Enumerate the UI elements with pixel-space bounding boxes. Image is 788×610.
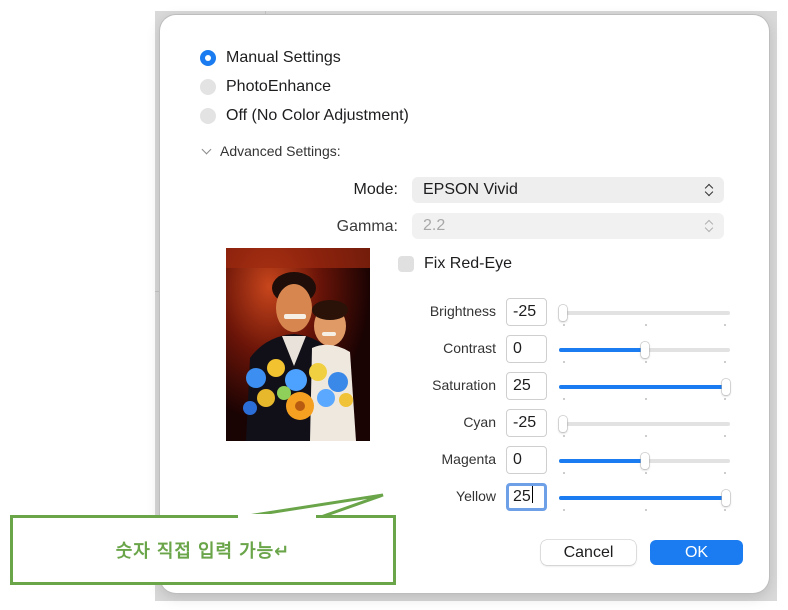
slider-knob[interactable] <box>559 305 567 321</box>
slider-knob[interactable] <box>722 379 730 395</box>
radio-label: Manual Settings <box>226 49 341 66</box>
slider-value-text: 0 <box>513 451 522 468</box>
slider-tick <box>724 509 726 511</box>
slider-knob[interactable] <box>722 490 730 506</box>
slider-tick <box>724 435 726 437</box>
slider-fill <box>559 385 730 389</box>
mode-popup[interactable]: EPSON Vivid <box>412 177 724 203</box>
slider-knob[interactable] <box>640 453 649 469</box>
slider-label: Yellow <box>456 488 496 504</box>
slider-track[interactable] <box>559 453 730 474</box>
slider-tick <box>644 361 647 363</box>
slider-value-text: 0 <box>513 340 522 357</box>
slider-fill <box>559 496 730 500</box>
slider-fill <box>559 348 645 352</box>
slider-tick <box>644 324 647 326</box>
slider-label: Saturation <box>432 377 496 393</box>
slider-value-field[interactable]: 0 <box>506 446 547 474</box>
slider-track[interactable] <box>559 379 730 400</box>
slider-label: Cyan <box>463 414 496 430</box>
slider-knob[interactable] <box>640 342 649 358</box>
slider-tick <box>563 435 565 437</box>
gamma-label: Gamma: <box>336 218 398 235</box>
slider-value-text: 25 <box>513 488 531 505</box>
mode-label: Mode: <box>353 181 398 198</box>
slider-value-text: -25 <box>513 303 537 320</box>
advanced-settings-disclosure[interactable]: Advanced Settings: <box>201 143 341 159</box>
slider-tick <box>724 324 726 326</box>
fix-red-eye-checkbox[interactable] <box>398 256 414 272</box>
slider-value-text: 25 <box>513 377 531 394</box>
slider-tick <box>644 472 647 474</box>
advanced-color-settings-dialog: Manual Settings PhotoEnhance Off (No Col… <box>160 15 769 593</box>
slider-label: Magenta <box>441 451 496 467</box>
slider-tick <box>644 398 647 400</box>
fix-red-eye-checkbox-row[interactable]: Fix Red-Eye <box>398 255 512 273</box>
slider-label: Brightness <box>429 303 496 319</box>
radio-button[interactable] <box>200 108 216 124</box>
radio-photoenhance[interactable]: PhotoEnhance <box>200 78 331 96</box>
slider-track[interactable] <box>559 416 730 437</box>
slider-tick <box>644 509 647 511</box>
ok-button[interactable]: OK <box>650 540 743 565</box>
slider-tick <box>563 472 565 474</box>
up-down-chevron-icon <box>704 182 714 198</box>
radio-off-no-color-adjustment[interactable]: Off (No Color Adjustment) <box>200 107 409 125</box>
cancel-button[interactable]: Cancel <box>541 540 636 565</box>
slider-tick <box>724 361 726 363</box>
slider-tick <box>724 398 726 400</box>
slider-tick <box>563 398 565 400</box>
preview-image <box>226 248 370 441</box>
radio-button-selected[interactable] <box>200 50 216 66</box>
radio-label: PhotoEnhance <box>226 78 331 95</box>
slider-tick <box>563 324 565 326</box>
slider-value-field[interactable]: 25 <box>506 483 547 511</box>
gamma-value: 2.2 <box>423 217 446 234</box>
radio-label: Off (No Color Adjustment) <box>226 107 409 124</box>
advanced-settings-label: Advanced Settings: <box>220 143 341 159</box>
mode-value: EPSON Vivid <box>423 181 518 198</box>
preview-photo-couple-flowers <box>226 248 370 441</box>
slider-tick <box>644 435 647 437</box>
slider-value-field[interactable]: -25 <box>506 409 547 437</box>
slider-tick <box>563 361 565 363</box>
slider-track[interactable] <box>559 490 730 511</box>
chevron-down-icon <box>201 144 212 155</box>
callout-text: 숫자 직접 입력 가능↵ <box>115 541 291 561</box>
slider-value-field[interactable]: 0 <box>506 335 547 363</box>
text-caret <box>531 486 533 503</box>
slider-value-field[interactable]: -25 <box>506 298 547 326</box>
slider-fill <box>559 459 645 463</box>
radio-manual-settings[interactable]: Manual Settings <box>200 49 341 67</box>
gamma-popup: 2.2 <box>412 213 724 239</box>
slider-label: Contrast <box>443 340 496 356</box>
slider-tick <box>724 472 726 474</box>
slider-value-field[interactable]: 25 <box>506 372 547 400</box>
fix-red-eye-label: Fix Red-Eye <box>424 255 513 272</box>
slider-value-text: -25 <box>513 414 537 431</box>
slider-track[interactable] <box>559 305 730 326</box>
annotation-callout: 숫자 직접 입력 가능↵ <box>10 515 396 585</box>
slider-track[interactable] <box>559 342 730 363</box>
radio-button[interactable] <box>200 79 216 95</box>
slider-tick <box>563 509 565 511</box>
up-down-chevron-icon <box>704 218 714 234</box>
slider-knob[interactable] <box>559 416 567 432</box>
